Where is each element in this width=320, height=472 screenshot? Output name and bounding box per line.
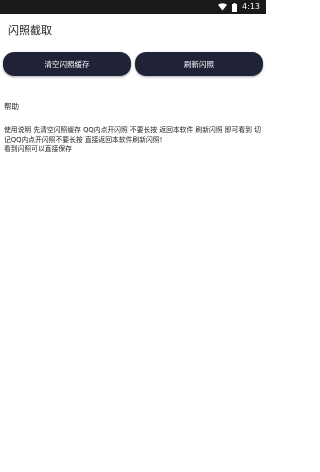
help-text-line: 看到闪照可以直接保存 [4,145,72,153]
status-icons: 4:13 [218,1,260,13]
status-time: 4:13 [242,2,260,11]
app-bar: 闪照截取 [0,14,266,46]
status-bar: 4:13 [0,0,266,14]
clear-cache-button[interactable]: 清空闪照缓存 [3,52,131,76]
help-heading: 帮助 [4,102,19,111]
page-title: 闪照截取 [8,24,52,37]
help-instructions: 使用说明 先清空闪照缓存 QQ内点开闪照 不要长按 返回本软件 刷新闪照 即可看… [4,126,262,155]
help-text-line: 使用说明 先清空闪照缓存 QQ内点开闪照 不要长按 返回本软件 刷新闪照 即可看… [4,126,261,144]
wifi-icon [218,3,228,11]
refresh-flash-photo-button[interactable]: 刷新闪照 [135,52,263,76]
battery-icon [232,2,238,12]
